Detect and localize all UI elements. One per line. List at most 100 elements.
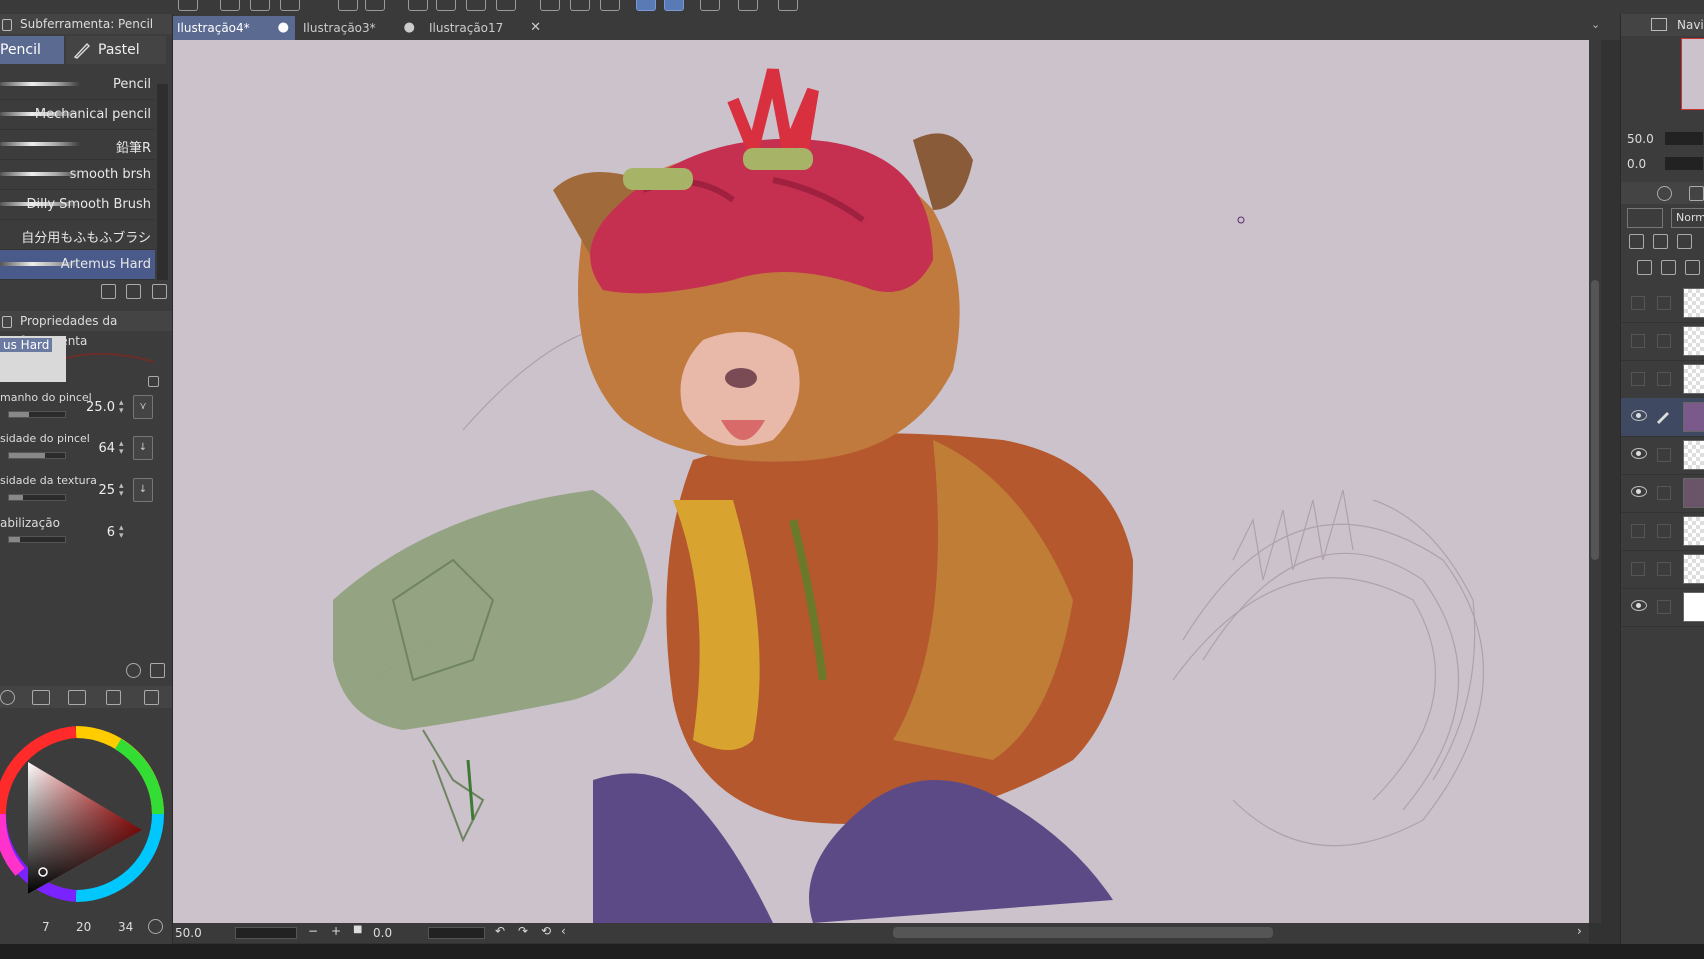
eye-icon[interactable] bbox=[1631, 448, 1647, 459]
brush-item-smooth-brsh[interactable]: smooth brsh bbox=[0, 160, 155, 190]
transform-icon[interactable] bbox=[496, 0, 516, 11]
layer-row-active[interactable] bbox=[1621, 398, 1704, 437]
prop-value[interactable]: 6 bbox=[107, 525, 115, 540]
stepper-icon[interactable]: ▴ ▾ bbox=[119, 524, 127, 541]
subtab-pastel[interactable]: Pastel bbox=[66, 36, 166, 64]
toolbar-icon[interactable] bbox=[178, 0, 198, 11]
zoom-value[interactable]: 50.0 bbox=[175, 926, 202, 940]
navigator-zoom[interactable]: 50.0 bbox=[1627, 132, 1654, 146]
new-folder-icon[interactable] bbox=[1685, 260, 1700, 275]
stepper-icon[interactable]: ▴ ▾ bbox=[119, 440, 127, 457]
select-icon[interactable] bbox=[600, 0, 620, 11]
new-file-icon[interactable] bbox=[220, 0, 240, 11]
visibility-toggle[interactable] bbox=[1631, 524, 1645, 538]
brush-item-artemus-hard[interactable]: Artemus Hard bbox=[0, 250, 155, 280]
import-icon[interactable] bbox=[101, 284, 116, 299]
prop-brush-size[interactable]: manho do pincel 25.0 ▴ ▾ ⋎ bbox=[0, 391, 155, 431]
rotation-slider[interactable] bbox=[428, 927, 485, 939]
clip-icon[interactable] bbox=[1629, 234, 1644, 249]
scroll-left-icon[interactable]: ‹ bbox=[561, 924, 566, 938]
pressure-icon[interactable]: ↓ bbox=[133, 436, 153, 460]
prop-slider[interactable] bbox=[8, 411, 66, 418]
tab-ilustracao17[interactable]: Ilustração17 ✕ bbox=[425, 16, 547, 40]
brush-item-dilly-smooth[interactable]: Dilly Smooth Brush bbox=[0, 190, 155, 220]
navigator-zoom-slider[interactable] bbox=[1665, 132, 1703, 145]
rotate-right-icon[interactable]: ↷ bbox=[518, 924, 528, 938]
zoom-in-icon[interactable]: + bbox=[331, 924, 341, 938]
eye-icon[interactable] bbox=[1631, 486, 1647, 497]
crop-icon[interactable] bbox=[570, 0, 590, 11]
color-set-tab-icon[interactable] bbox=[32, 690, 50, 705]
new-raster-layer-icon[interactable] bbox=[1637, 260, 1652, 275]
fill-icon[interactable] bbox=[466, 0, 486, 11]
reset-rotation-icon[interactable]: ⟲ bbox=[541, 924, 551, 938]
edit-toggle[interactable] bbox=[1657, 334, 1671, 348]
layer-row[interactable] bbox=[1621, 512, 1704, 551]
unsaved-dot-icon[interactable]: ● bbox=[404, 16, 415, 40]
expression-color-select[interactable] bbox=[1627, 208, 1663, 228]
history-tab-icon[interactable] bbox=[106, 690, 121, 705]
prop-slider[interactable] bbox=[8, 536, 66, 543]
new-vector-layer-icon[interactable] bbox=[1661, 260, 1676, 275]
pressure-icon[interactable]: ↓ bbox=[133, 478, 153, 502]
layer-row[interactable] bbox=[1621, 588, 1704, 627]
layer-row[interactable] bbox=[1621, 360, 1704, 399]
clock-icon[interactable] bbox=[126, 663, 141, 678]
prop-stabilization[interactable]: abilização 6 ▴ ▾ bbox=[0, 516, 155, 556]
navigator-angle-slider[interactable] bbox=[1665, 157, 1703, 170]
edit-toggle[interactable] bbox=[1657, 562, 1671, 576]
trash-icon[interactable] bbox=[152, 284, 167, 299]
layers-icon[interactable] bbox=[1689, 186, 1704, 201]
color-wheel[interactable] bbox=[0, 712, 172, 922]
prop-value[interactable]: 64 bbox=[98, 441, 115, 456]
unsaved-dot-icon[interactable]: ● bbox=[278, 16, 289, 40]
layer-row[interactable] bbox=[1621, 322, 1704, 361]
layer-row[interactable] bbox=[1621, 284, 1704, 323]
zoom-slider[interactable] bbox=[235, 927, 297, 939]
navigator-angle[interactable]: 0.0 bbox=[1627, 157, 1646, 171]
color-mode-icon[interactable] bbox=[148, 919, 163, 934]
color-slider-tab-icon[interactable] bbox=[68, 690, 86, 705]
layer-property-icon[interactable] bbox=[1657, 186, 1672, 201]
lasso-icon[interactable] bbox=[664, 0, 684, 11]
brush-item-mechanical-pencil[interactable]: Mechanical pencil bbox=[0, 100, 155, 130]
undo-icon[interactable] bbox=[338, 0, 358, 11]
selection-mode-icon[interactable] bbox=[636, 0, 656, 11]
tab-ilustracao4[interactable]: Ilustração4* ● bbox=[173, 16, 295, 40]
prop-slider[interactable] bbox=[8, 494, 66, 501]
wrench-icon[interactable] bbox=[150, 663, 165, 678]
settings-icon[interactable] bbox=[408, 0, 428, 11]
lock-icon[interactable] bbox=[148, 376, 159, 387]
scroll-right-icon[interactable]: › bbox=[1577, 924, 1582, 938]
subtab-pencil[interactable]: Pencil bbox=[0, 36, 64, 64]
edit-toggle[interactable] bbox=[1657, 296, 1671, 310]
save-icon[interactable] bbox=[280, 0, 300, 11]
scroll-thumb[interactable] bbox=[1591, 280, 1599, 560]
duplicate-icon[interactable] bbox=[126, 284, 141, 299]
brush-list-scrollbar[interactable] bbox=[157, 84, 168, 280]
visibility-toggle[interactable] bbox=[1631, 296, 1645, 310]
prop-value[interactable]: 25 bbox=[98, 483, 115, 498]
pencil-edit-icon[interactable] bbox=[1655, 408, 1671, 424]
zoom-out-icon[interactable]: − bbox=[308, 924, 318, 938]
close-icon[interactable]: ✕ bbox=[530, 16, 541, 40]
prop-brush-density[interactable]: sidade do pincel 64 ▴ ▾ ↓ bbox=[0, 432, 155, 472]
tabs-dropdown-icon[interactable]: ⌄ bbox=[1591, 18, 1600, 31]
rotate-left-icon[interactable]: ↶ bbox=[495, 924, 505, 938]
pressure-icon[interactable]: ⋎ bbox=[133, 395, 153, 419]
stepper-icon[interactable]: ▴ ▾ bbox=[119, 399, 127, 416]
canvas-vertical-scrollbar[interactable] bbox=[1589, 40, 1601, 923]
eye-icon[interactable] bbox=[1631, 410, 1647, 421]
navigator-preview[interactable] bbox=[1681, 38, 1704, 110]
open-file-icon[interactable] bbox=[250, 0, 270, 11]
prop-slider[interactable] bbox=[8, 452, 66, 459]
lock-layer-icon[interactable] bbox=[1677, 234, 1692, 249]
layer-row[interactable] bbox=[1621, 474, 1704, 513]
eye-icon[interactable] bbox=[1631, 600, 1647, 611]
edit-toggle[interactable] bbox=[1657, 448, 1671, 462]
fit-icon[interactable]: ■ bbox=[353, 924, 362, 935]
stepper-icon[interactable]: ▴ ▾ bbox=[119, 482, 127, 499]
edit-toggle[interactable] bbox=[1657, 486, 1671, 500]
tab-ilustracao3[interactable]: Ilustração3* ● bbox=[299, 16, 421, 40]
edit-toggle[interactable] bbox=[1657, 524, 1671, 538]
